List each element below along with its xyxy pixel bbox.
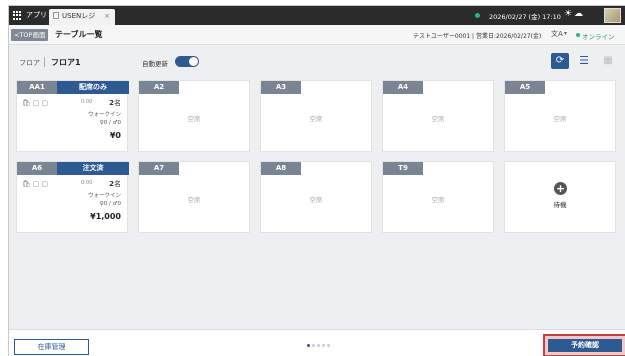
apps-label[interactable]: アプリ	[26, 10, 47, 20]
reservation-highlight: 予約確認	[543, 334, 625, 356]
guest-unit: 名	[114, 99, 121, 107]
table-code: A2	[139, 81, 179, 94]
table-card-a5[interactable]: A5 空席	[504, 80, 616, 152]
gender-counts: ♀0 / ♂0	[99, 201, 121, 207]
divider	[44, 57, 45, 67]
table-code: A4	[383, 81, 423, 94]
vacant-label: 空席	[309, 196, 323, 204]
table-card-a7[interactable]: A7 空席	[138, 161, 250, 233]
floor-toolbar: フロア フロア1 自動更新 ⟳ ☰ ▦	[9, 51, 625, 73]
card-header: T9	[383, 162, 493, 175]
table-card-a8[interactable]: A8 空席	[260, 161, 372, 233]
table-card-t9[interactable]: T9 空席	[382, 161, 494, 233]
table-code: A5	[505, 81, 545, 94]
waiting-card[interactable]: + 待機	[504, 161, 616, 233]
card-header: A6 注文済	[17, 162, 129, 175]
vacant-label: 空席	[431, 196, 445, 204]
table-code: A6	[17, 162, 57, 175]
online-status-icon	[576, 33, 580, 37]
gender-counts: ♀0 / ♂0	[99, 120, 121, 126]
table-feature-icons: 🛍▢▢	[22, 180, 51, 188]
table-code: T9	[383, 162, 423, 175]
card-header: A7	[139, 162, 249, 175]
tab-title: USENレジ	[62, 12, 96, 20]
vacant-label: 空席	[187, 196, 201, 204]
card-header: A8	[261, 162, 371, 175]
table-code: A7	[139, 162, 179, 175]
reservation-check-button[interactable]: 予約確認	[548, 339, 622, 352]
visit-type: ウォークイン	[87, 112, 121, 118]
list-view-icon[interactable]: ☰	[575, 53, 593, 69]
card-header: A2	[139, 81, 249, 94]
tab-usen-register[interactable]: USENレジ ×	[49, 9, 115, 25]
card-header: A5	[505, 81, 615, 94]
status-badge: 配席のみ	[57, 81, 129, 94]
visit-type: ウォークイン	[87, 193, 121, 199]
table-code: A3	[261, 81, 301, 94]
user-business-day: テストユーザー0001 | 営業日:2026/02/27(金)	[413, 33, 542, 40]
page-title: テーブル一覧	[55, 30, 103, 39]
chevron-down-icon[interactable]: ▾	[564, 30, 567, 37]
vacant-label: 空席	[431, 115, 445, 123]
bottom-bar: 在庫管理 予約確認	[9, 329, 625, 356]
add-icon[interactable]: +	[554, 182, 567, 195]
vacant-label: 空席	[187, 115, 201, 123]
table-feature-icons: 🛍▢▢	[22, 99, 51, 107]
elapsed-timer: 0:00	[81, 99, 93, 105]
bill-amount: ¥1,000	[90, 212, 121, 221]
inventory-button[interactable]: 在庫管理	[14, 339, 89, 355]
app-frame: アプリ USENレジ × 2026/02/27 (金) 17:10 ☀ ☁ <T…	[8, 5, 625, 356]
auto-update-toggle[interactable]	[175, 56, 199, 67]
vacant-label: 空席	[309, 115, 323, 123]
system-topbar: アプリ USENレジ × 2026/02/27 (金) 17:10 ☀ ☁	[9, 6, 625, 25]
vacant-label: 空席	[553, 115, 567, 123]
table-card-a3[interactable]: A3 空席	[260, 80, 372, 152]
table-code: AA1	[17, 81, 57, 94]
page-header: <TOP画面 テーブル一覧 テストユーザー0001 | 営業日:2026/02/…	[9, 25, 625, 45]
language-icon[interactable]: 文A	[551, 29, 563, 39]
connection-status-icon	[475, 13, 480, 18]
refresh-icon[interactable]: ⟳	[551, 53, 569, 69]
guest-unit: 名	[114, 180, 121, 188]
table-card-aa1[interactable]: AA1 配席のみ 🛍▢▢ 0:00 2名 ウォークイン ♀0 / ♂0 ¥0	[16, 80, 129, 152]
close-icon[interactable]: ×	[104, 9, 110, 24]
card-header: AA1 配席のみ	[17, 81, 129, 94]
status-badge: 注文済	[57, 162, 129, 175]
table-card-a2[interactable]: A2 空席	[138, 80, 250, 152]
elapsed-timer: 0:00	[81, 180, 93, 186]
cloud-icon[interactable]: ☁	[574, 9, 583, 19]
bill-amount: ¥0	[109, 131, 121, 140]
brightness-icon[interactable]: ☀	[564, 9, 572, 19]
auto-update-label: 自動更新	[142, 60, 168, 68]
app-grid-icon[interactable]	[13, 11, 22, 20]
table-code: A8	[261, 162, 301, 175]
card-header: A3	[261, 81, 371, 94]
top-screen-button[interactable]: <TOP画面	[11, 29, 49, 41]
avatar[interactable]	[604, 8, 621, 23]
guest-count: 2名	[109, 98, 121, 108]
system-datetime: 2026/02/27 (金) 17:10	[489, 13, 561, 21]
online-status: オンライン	[582, 33, 615, 41]
card-header: A4	[383, 81, 493, 94]
table-card-a6[interactable]: A6 注文済 🛍▢▢ 0:00 2名 ウォークイン ♀0 / ♂0 ¥1,000	[16, 161, 129, 233]
floor-selector[interactable]: フロア1	[51, 57, 81, 68]
page-indicator	[307, 344, 330, 347]
guest-count: 2名	[109, 179, 121, 189]
waiting-label: 待機	[553, 201, 567, 209]
table-card-a4[interactable]: A4 空席	[382, 80, 494, 152]
floor-label: フロア	[19, 59, 40, 67]
toggle-knob	[189, 57, 198, 66]
tile-view-icon[interactable]: ▦	[599, 53, 617, 69]
document-icon	[53, 12, 59, 19]
